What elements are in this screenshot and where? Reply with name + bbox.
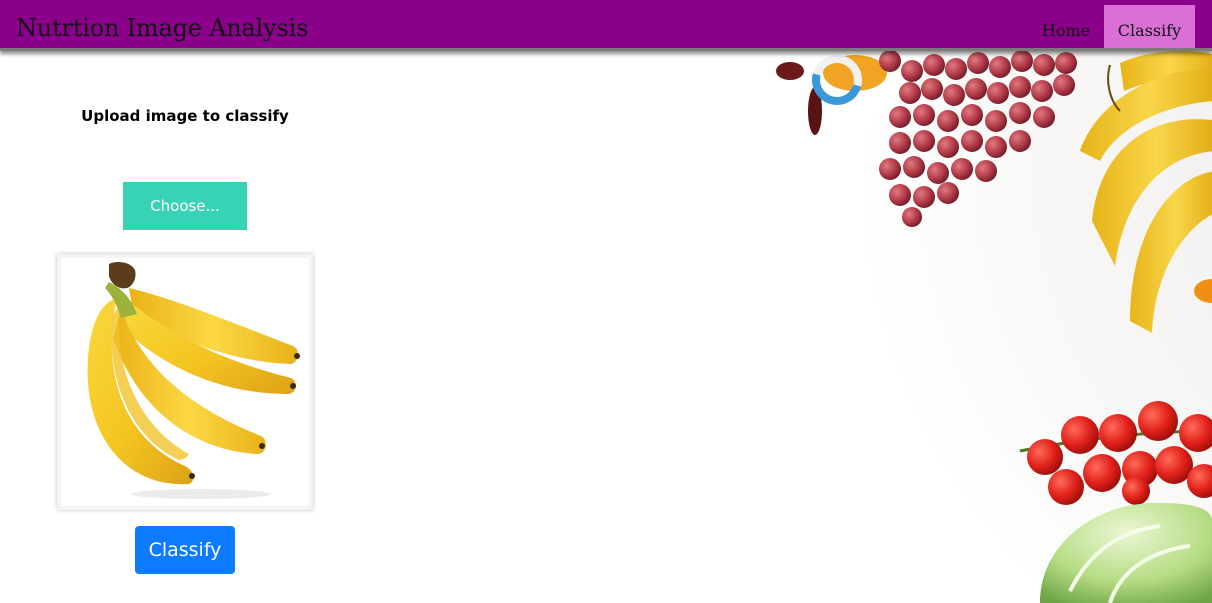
image-preview (57, 254, 313, 510)
navbar: Nutrtion Image Analysis Home Classify (0, 0, 1212, 51)
brand-title: Nutrtion Image Analysis (16, 14, 309, 42)
banana-image (61, 258, 309, 506)
nav-home-link[interactable]: Home (1034, 5, 1098, 48)
classify-button[interactable]: Classify (135, 526, 235, 574)
choose-file-button[interactable]: Choose... (123, 182, 247, 230)
upload-title: Upload image to classify (81, 107, 289, 125)
fruit-background-image (600, 51, 1212, 603)
nav-classify-link[interactable]: Classify (1104, 5, 1195, 48)
